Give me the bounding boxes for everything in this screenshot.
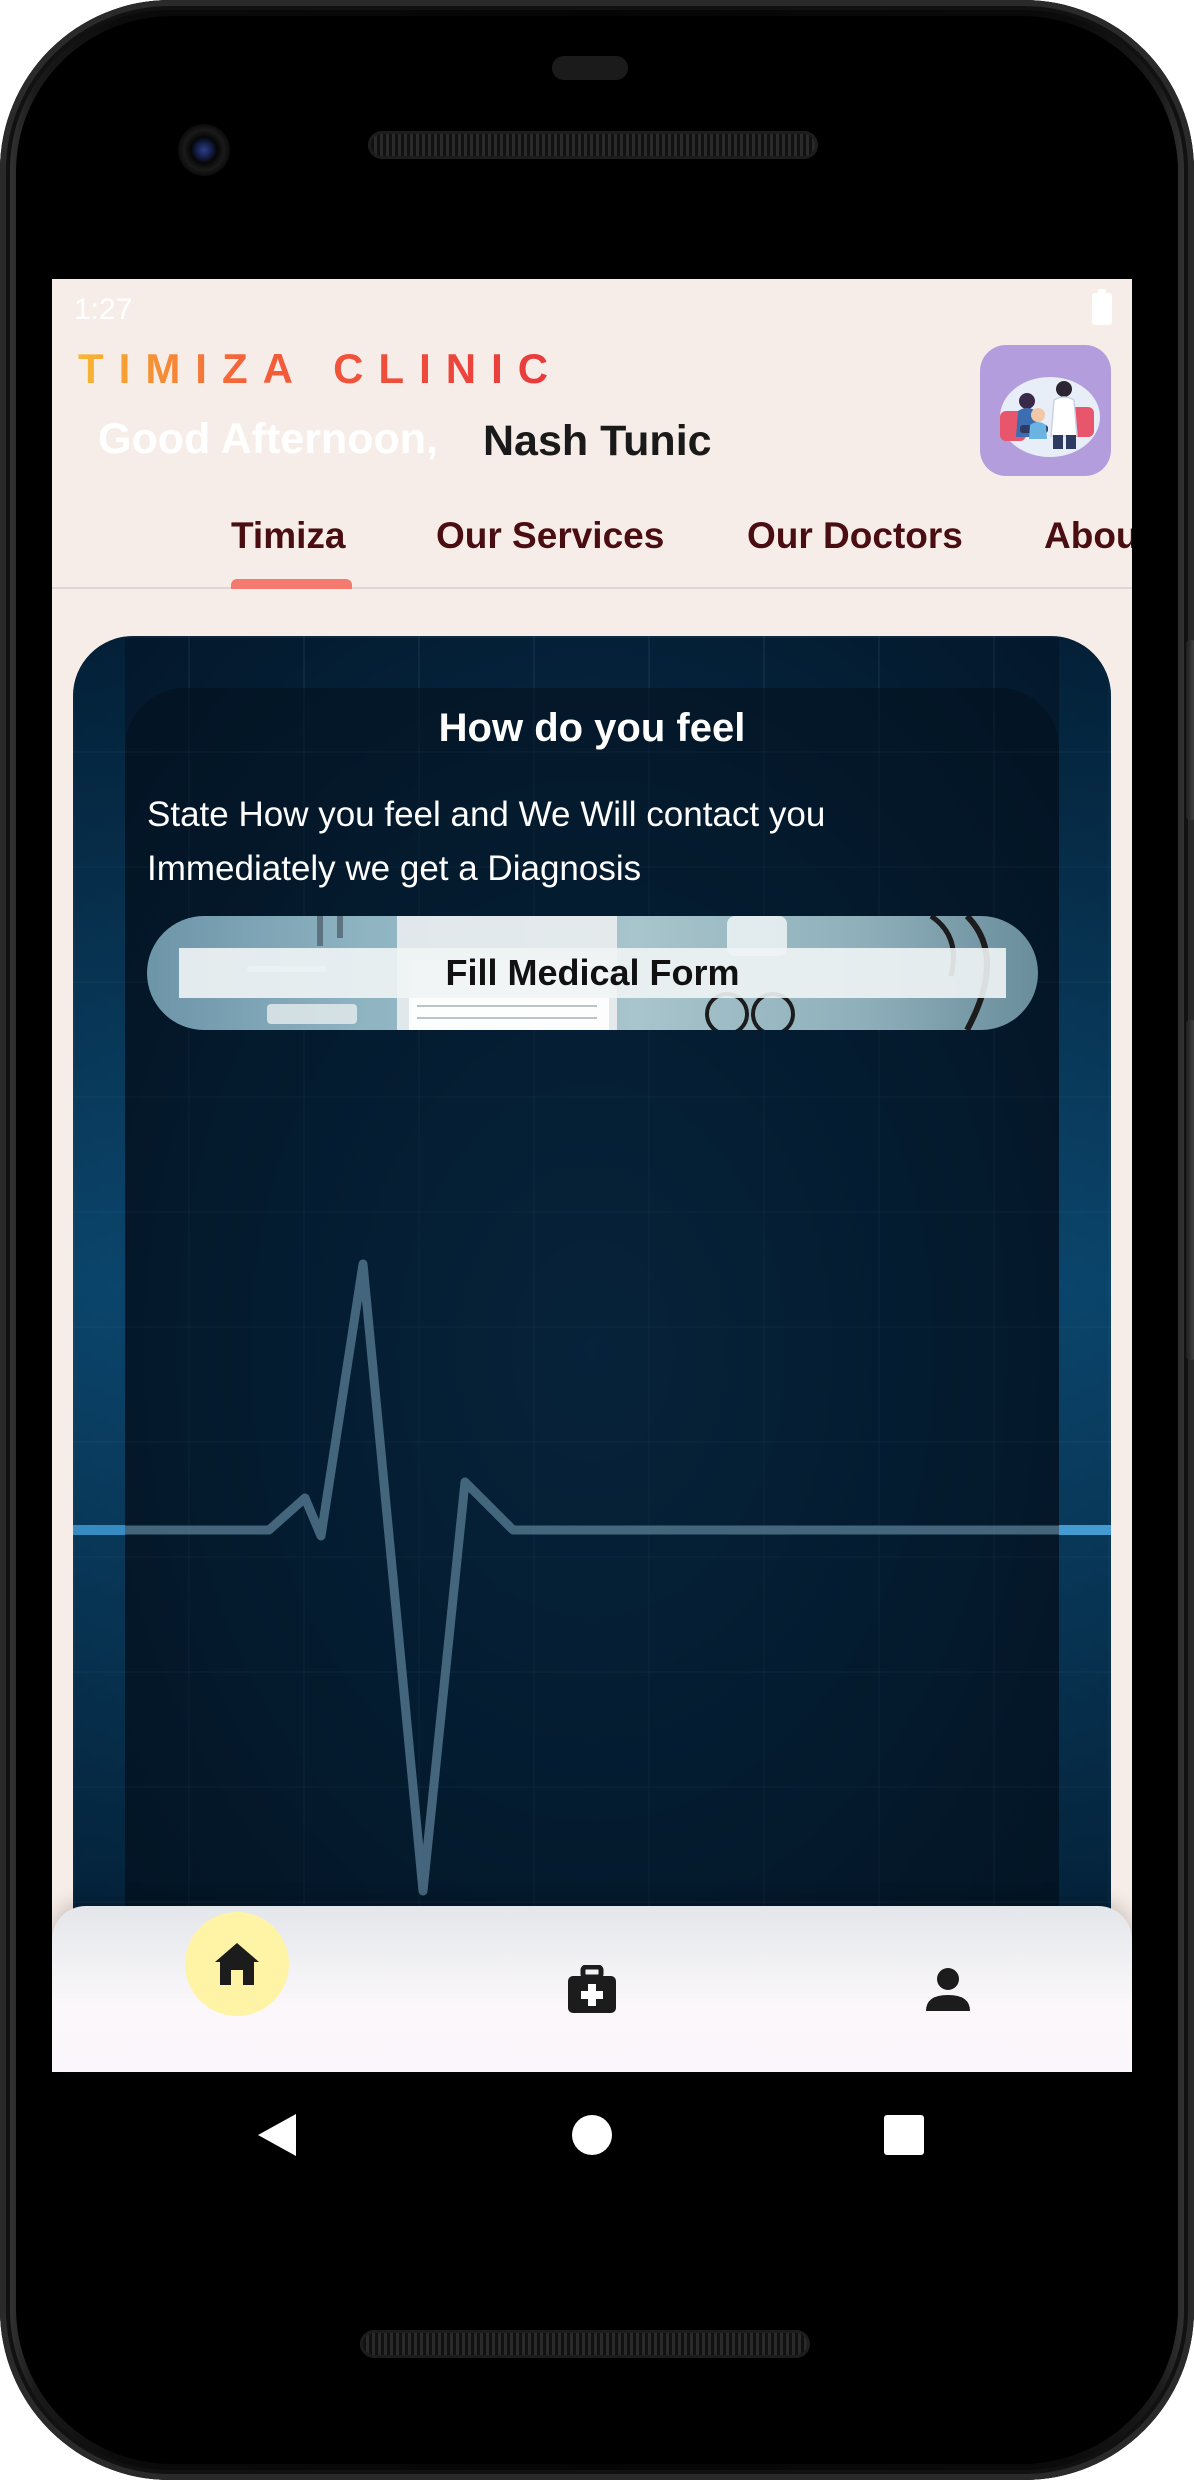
- hero-description: State How you feel and We Will contact y…: [147, 788, 1047, 896]
- tab-timiza[interactable]: Timiza: [231, 515, 345, 557]
- status-time: 1:27: [74, 293, 133, 326]
- volume-button: [1186, 1020, 1194, 1360]
- nav-medical-kit-button[interactable]: [540, 1938, 644, 2042]
- user-name: Nash Tunic: [483, 417, 712, 465]
- fill-medical-form-label: Fill Medical Form: [445, 952, 740, 993]
- system-navigation-bar: [52, 2072, 1132, 2202]
- medical-kit-icon: [568, 1965, 616, 2013]
- front-camera-icon: [178, 124, 230, 176]
- home-icon: [215, 1943, 259, 1985]
- nav-home-button[interactable]: [185, 1912, 289, 2016]
- tab-our-doctors[interactable]: Our Doctors: [747, 515, 963, 557]
- top-speaker-grille: [368, 131, 818, 159]
- tab-indicator: [231, 579, 352, 589]
- power-button: [1186, 640, 1194, 820]
- tab-about[interactable]: About: [1044, 515, 1132, 557]
- hero-description-line-2: Immediately we get a Diagnosis: [147, 849, 642, 888]
- fill-medical-form-button[interactable]: Fill Medical Form: [147, 916, 1038, 1030]
- bottom-speaker-grille: [360, 2330, 810, 2358]
- person-icon: [926, 1968, 970, 2011]
- back-triangle-icon[interactable]: [256, 2112, 298, 2158]
- status-bar: 1:27: [52, 279, 1132, 339]
- tab-bar: Timiza Our Services Our Doctors About: [52, 497, 1132, 589]
- hero-description-line-1: State How you feel and We Will contact y…: [147, 795, 826, 834]
- recents-square-icon[interactable]: [884, 2115, 924, 2155]
- nav-profile-button[interactable]: [896, 1938, 1000, 2042]
- tab-our-services[interactable]: Our Services: [436, 515, 664, 557]
- greeting-text: Good Afternoon,: [98, 415, 438, 463]
- hero-title: How do you feel: [438, 706, 746, 750]
- brand-title: TIMIZA CLINIC: [78, 345, 564, 392]
- home-circle-icon[interactable]: [571, 2114, 613, 2156]
- how-do-you-feel-card: How do you feel State How you feel and W…: [73, 636, 1111, 1936]
- battery-icon: [1092, 289, 1112, 325]
- doctor-consultation-icon[interactable]: [980, 345, 1111, 476]
- earpiece-slot: [552, 56, 628, 80]
- bottom-navigation-bar: [52, 1906, 1132, 2072]
- app-screen: 1:27 TIMIZA CLINIC Good Afternoon, Nash …: [52, 279, 1132, 2072]
